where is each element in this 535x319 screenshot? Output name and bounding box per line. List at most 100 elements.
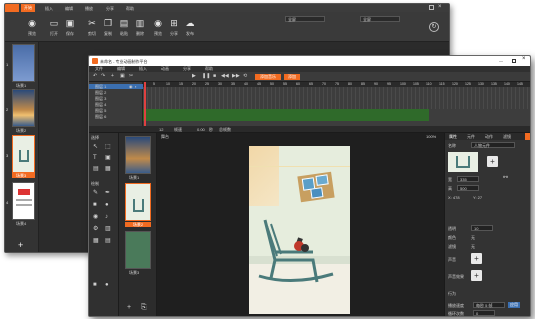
pause-icon[interactable]: ❚❚ xyxy=(202,74,210,79)
stop-icon[interactable]: ■ xyxy=(213,74,216,79)
speed-field[interactable]: 每秒 5 帧 xyxy=(473,302,505,308)
last-frame-icon[interactable]: ▶▶ xyxy=(232,74,240,79)
apply-button[interactable]: 应用 xyxy=(508,302,520,308)
scene-thumb-1[interactable] xyxy=(12,44,35,82)
prop-row-value[interactable]: 无 xyxy=(471,235,475,240)
add-button[interactable]: + xyxy=(487,156,498,167)
scene-thumb-2[interactable] xyxy=(12,89,35,127)
scissors-icon[interactable]: ✂ xyxy=(87,18,97,28)
name-field[interactable]: 人物元件 xyxy=(471,142,515,148)
menu-edit[interactable]: 编辑 xyxy=(65,6,73,11)
redo-icon[interactable]: ↷ xyxy=(101,74,105,79)
rect-shape-icon[interactable]: ■ xyxy=(93,282,97,288)
ellipse-tool-icon[interactable]: ● xyxy=(105,202,109,208)
scene-thumb-1[interactable] xyxy=(125,136,151,174)
cut-icon[interactable]: ✂ xyxy=(129,74,133,79)
chart-tool-icon[interactable]: ▥ xyxy=(105,226,111,232)
menu-animation[interactable]: 动画 xyxy=(161,66,169,71)
zoom-value[interactable]: 100% xyxy=(426,134,436,139)
folder-icon[interactable]: ▭ xyxy=(49,18,59,28)
layer-name[interactable]: 图层 3 xyxy=(95,96,106,101)
menu-play[interactable]: 播放 xyxy=(85,6,93,11)
menu-insert[interactable]: 插入 xyxy=(139,66,147,71)
menu-help[interactable]: 帮助 xyxy=(126,6,134,11)
frame-tool-icon[interactable]: ▦ xyxy=(105,166,111,172)
loop-icon[interactable]: ⟲ xyxy=(243,74,247,79)
tab-filter[interactable]: 滤镜 xyxy=(503,134,511,139)
opacity-field[interactable]: 10 xyxy=(471,225,493,231)
text-tool-icon[interactable]: T xyxy=(93,155,97,161)
prop-row-value[interactable]: 无 xyxy=(471,244,475,249)
save-icon[interactable]: ▣ xyxy=(65,18,75,28)
view-dropdown[interactable]: 全屏 xyxy=(360,16,400,22)
layer-name[interactable]: 图层 2 xyxy=(95,90,106,95)
lock-icon[interactable]: ▪ xyxy=(135,84,136,89)
stage[interactable]: 舞台 100% xyxy=(157,133,444,316)
add-button[interactable]: 添加 xyxy=(284,74,300,80)
close-icon[interactable]: × xyxy=(438,4,442,10)
add-scene-icon[interactable]: + xyxy=(18,240,23,250)
copy-icon[interactable]: ❐ xyxy=(103,18,113,28)
share-icon[interactable]: ⊞ xyxy=(169,18,179,28)
pen-tool-icon[interactable]: ✒ xyxy=(105,190,110,196)
undo-icon[interactable]: ↶ xyxy=(93,74,97,79)
canvas[interactable] xyxy=(249,146,350,314)
eye-icon[interactable]: ◉ xyxy=(129,84,133,89)
rect-tool-icon[interactable]: ■ xyxy=(93,202,97,208)
scene-thumb-4[interactable] xyxy=(12,182,35,220)
menu-share[interactable]: 分享 xyxy=(183,66,191,71)
zoom-dropdown[interactable]: 全屏 xyxy=(285,16,325,22)
first-frame-icon[interactable]: ◀◀ xyxy=(221,74,229,79)
minimize-icon[interactable]: — xyxy=(499,58,503,63)
height-field[interactable]: 500 xyxy=(457,185,479,191)
cloud-upload-icon[interactable]: ☁ xyxy=(185,18,195,28)
image-tool-icon[interactable]: ▣ xyxy=(105,155,111,161)
close-icon[interactable]: × xyxy=(522,56,526,62)
menu-help[interactable]: 帮助 xyxy=(205,66,213,71)
menu-edit[interactable]: 编辑 xyxy=(117,66,125,71)
duplicate-scene-icon[interactable]: ⎘ xyxy=(141,304,147,311)
tab-properties[interactable]: 属性 xyxy=(449,134,457,139)
ellipse-shape-icon[interactable]: ● xyxy=(105,282,109,288)
add-music-button[interactable]: 添加音乐 xyxy=(255,74,281,80)
scene-thumb-2[interactable] xyxy=(125,183,151,221)
scene-thumb-3[interactable] xyxy=(12,135,35,173)
playhead[interactable] xyxy=(144,82,146,126)
maximize-icon[interactable] xyxy=(512,59,516,63)
menu-insert[interactable]: 插入 xyxy=(45,6,53,11)
layer-name[interactable]: 图层 5 xyxy=(95,108,106,113)
paste-icon[interactable]: ▤ xyxy=(119,18,129,28)
loop-field[interactable]: 0 xyxy=(473,310,495,316)
pointer-tool-icon[interactable]: ↖ xyxy=(93,144,98,150)
add-sound-effect-button[interactable]: + xyxy=(471,270,482,281)
layer-name[interactable]: 图层 4 xyxy=(95,102,106,107)
link-icon[interactable]: ⚯ xyxy=(503,175,508,181)
frame-grid[interactable]: 5 10 15 20 25 30 35 40 45 50 55 60 65 70 75 80 85 90 95 100… xyxy=(143,82,530,126)
layer-name[interactable]: 图层 6 xyxy=(95,114,106,119)
maximize-icon[interactable] xyxy=(429,5,434,10)
transform-tool-icon[interactable]: ⬚ xyxy=(105,144,111,150)
grid-tool-icon[interactable]: ▦ xyxy=(93,238,99,244)
scene-thumb-3[interactable] xyxy=(125,231,151,269)
save-icon[interactable]: ▣ xyxy=(120,74,125,79)
menu-file[interactable]: 文件 xyxy=(95,66,103,71)
width-field[interactable]: 335 xyxy=(457,176,479,182)
refresh-icon[interactable]: ↻ xyxy=(429,22,439,32)
shape-tool-icon[interactable]: ▤ xyxy=(93,166,99,172)
tab-symbol[interactable]: 元件 xyxy=(467,134,475,139)
tab-action[interactable]: 动作 xyxy=(485,134,493,139)
add-icon[interactable]: + xyxy=(111,74,114,79)
play-icon[interactable]: ▶ xyxy=(192,74,196,79)
add-sound-button[interactable]: + xyxy=(471,253,482,264)
brush-tool-icon[interactable]: ✎ xyxy=(93,190,98,196)
gear-icon[interactable]: ⚙ xyxy=(93,226,98,232)
menu-share[interactable]: 分享 xyxy=(106,6,114,11)
sound-tool-icon[interactable]: ♪ xyxy=(105,214,108,220)
layer-tool-icon[interactable]: ▤ xyxy=(105,238,111,244)
tab-start[interactable]: 开始 xyxy=(21,4,35,12)
camera-tool-icon[interactable]: ◉ xyxy=(93,214,98,220)
trash-icon[interactable]: ▥ xyxy=(135,18,145,28)
eye-icon[interactable]: ◉ xyxy=(153,18,163,28)
add-scene-icon[interactable]: + xyxy=(127,304,131,311)
eye-icon[interactable]: ◉ xyxy=(27,18,37,28)
